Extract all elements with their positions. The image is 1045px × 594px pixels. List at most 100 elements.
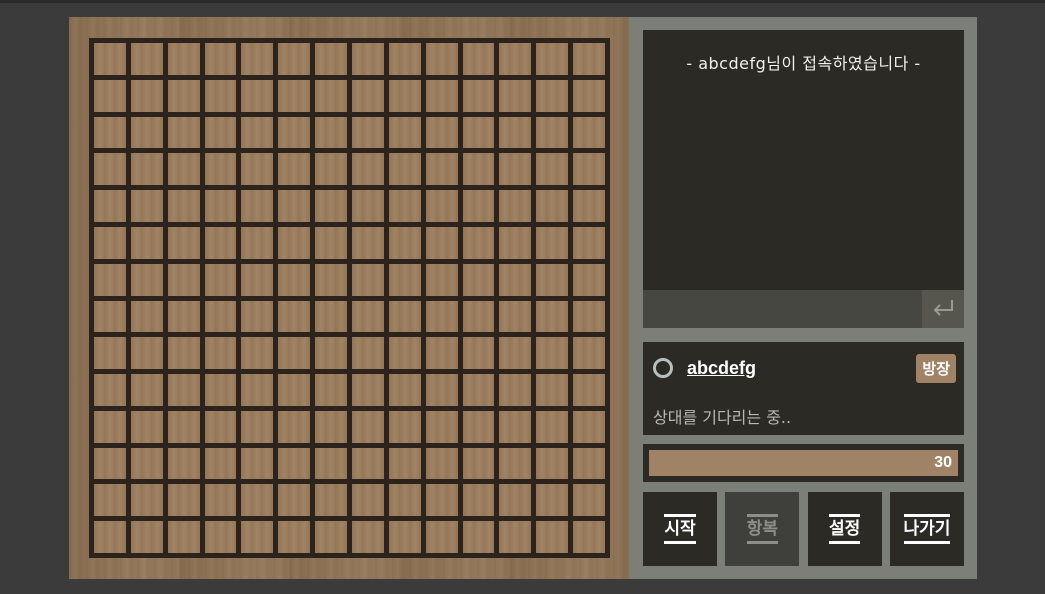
board-cell[interactable] [130,116,163,149]
board-cell[interactable] [425,43,458,75]
board-cell[interactable] [573,190,605,222]
board-cell[interactable] [352,226,384,259]
board-cell[interactable] [536,190,569,222]
board-cell[interactable] [425,337,458,370]
board-cell[interactable] [536,79,569,112]
board-cell[interactable] [352,337,384,370]
board-cell[interactable] [388,190,421,222]
board-cell[interactable] [278,521,311,553]
board-cell[interactable] [204,521,237,553]
board-cell[interactable] [462,521,495,553]
board-cell[interactable] [94,300,126,333]
board-cell[interactable] [167,484,200,517]
board-cell[interactable] [352,447,384,480]
board-cell[interactable] [315,43,347,75]
board-cell[interactable] [425,190,458,222]
board-cell[interactable] [167,521,200,553]
board-cell[interactable] [241,79,274,112]
board-cell[interactable] [462,153,495,186]
board-cell[interactable] [573,43,605,75]
board-cell[interactable] [130,484,163,517]
board-cell[interactable] [388,226,421,259]
board-cell[interactable] [204,43,237,75]
board-cell[interactable] [352,410,384,443]
board-cell[interactable] [499,521,532,553]
board-cell[interactable] [241,374,274,406]
board-cell[interactable] [130,521,163,553]
board-cell[interactable] [204,226,237,259]
board-cell[interactable] [167,153,200,186]
board-cell[interactable] [204,337,237,370]
board-cell[interactable] [573,153,605,186]
board-cell[interactable] [462,226,495,259]
board-cell[interactable] [536,226,569,259]
board-cell[interactable] [167,447,200,480]
board-cell[interactable] [352,79,384,112]
board-cell[interactable] [94,116,126,149]
board-cell[interactable] [536,521,569,553]
surrender-button[interactable]: 항복 [725,492,800,566]
board-cell[interactable] [425,153,458,186]
board-cell[interactable] [204,374,237,406]
board-cell[interactable] [130,410,163,443]
board-cell[interactable] [352,116,384,149]
board-cell[interactable] [241,484,274,517]
board-cell[interactable] [130,153,163,186]
board-cell[interactable] [204,410,237,443]
board-cell[interactable] [167,263,200,296]
board-cell[interactable] [94,79,126,112]
board-cell[interactable] [241,263,274,296]
board-cell[interactable] [536,410,569,443]
board-cell[interactable] [425,226,458,259]
board-cell[interactable] [278,190,311,222]
board-cell[interactable] [462,447,495,480]
board-cell[interactable] [573,410,605,443]
board-cell[interactable] [94,190,126,222]
board-cell[interactable] [536,374,569,406]
board-cell[interactable] [278,374,311,406]
board-cell[interactable] [425,263,458,296]
board-cell[interactable] [167,374,200,406]
exit-button[interactable]: 나가기 [889,492,964,566]
board-cell[interactable] [241,300,274,333]
board-cell[interactable] [130,447,163,480]
board-cell[interactable] [204,300,237,333]
board-cell[interactable] [388,43,421,75]
board-cell[interactable] [278,79,311,112]
board-cell[interactable] [315,153,347,186]
send-button[interactable] [922,290,964,328]
board-cell[interactable] [573,521,605,553]
board-cell[interactable] [315,190,347,222]
board-cell[interactable] [241,43,274,75]
board-cell[interactable] [388,337,421,370]
board-cell[interactable] [241,153,274,186]
board-cell[interactable] [388,484,421,517]
board-cell[interactable] [204,116,237,149]
board-cell[interactable] [94,226,126,259]
board-cell[interactable] [536,300,569,333]
board-cell[interactable] [241,116,274,149]
board-cell[interactable] [167,116,200,149]
board-cell[interactable] [573,374,605,406]
board-cell[interactable] [315,300,347,333]
board-cell[interactable] [499,79,532,112]
board-cell[interactable] [499,263,532,296]
board-cell[interactable] [204,263,237,296]
board-cell[interactable] [462,337,495,370]
board-cell[interactable] [130,263,163,296]
board-cell[interactable] [573,263,605,296]
board-cell[interactable] [388,79,421,112]
board-cell[interactable] [425,374,458,406]
board-cell[interactable] [315,521,347,553]
board-cell[interactable] [536,447,569,480]
board-cell[interactable] [462,263,495,296]
board-cell[interactable] [388,263,421,296]
board-cell[interactable] [462,190,495,222]
board-cell[interactable] [278,337,311,370]
board-cell[interactable] [352,190,384,222]
board-cell[interactable] [573,79,605,112]
board-cell[interactable] [241,447,274,480]
board-cell[interactable] [167,226,200,259]
board-cell[interactable] [388,153,421,186]
board-cell[interactable] [315,337,347,370]
